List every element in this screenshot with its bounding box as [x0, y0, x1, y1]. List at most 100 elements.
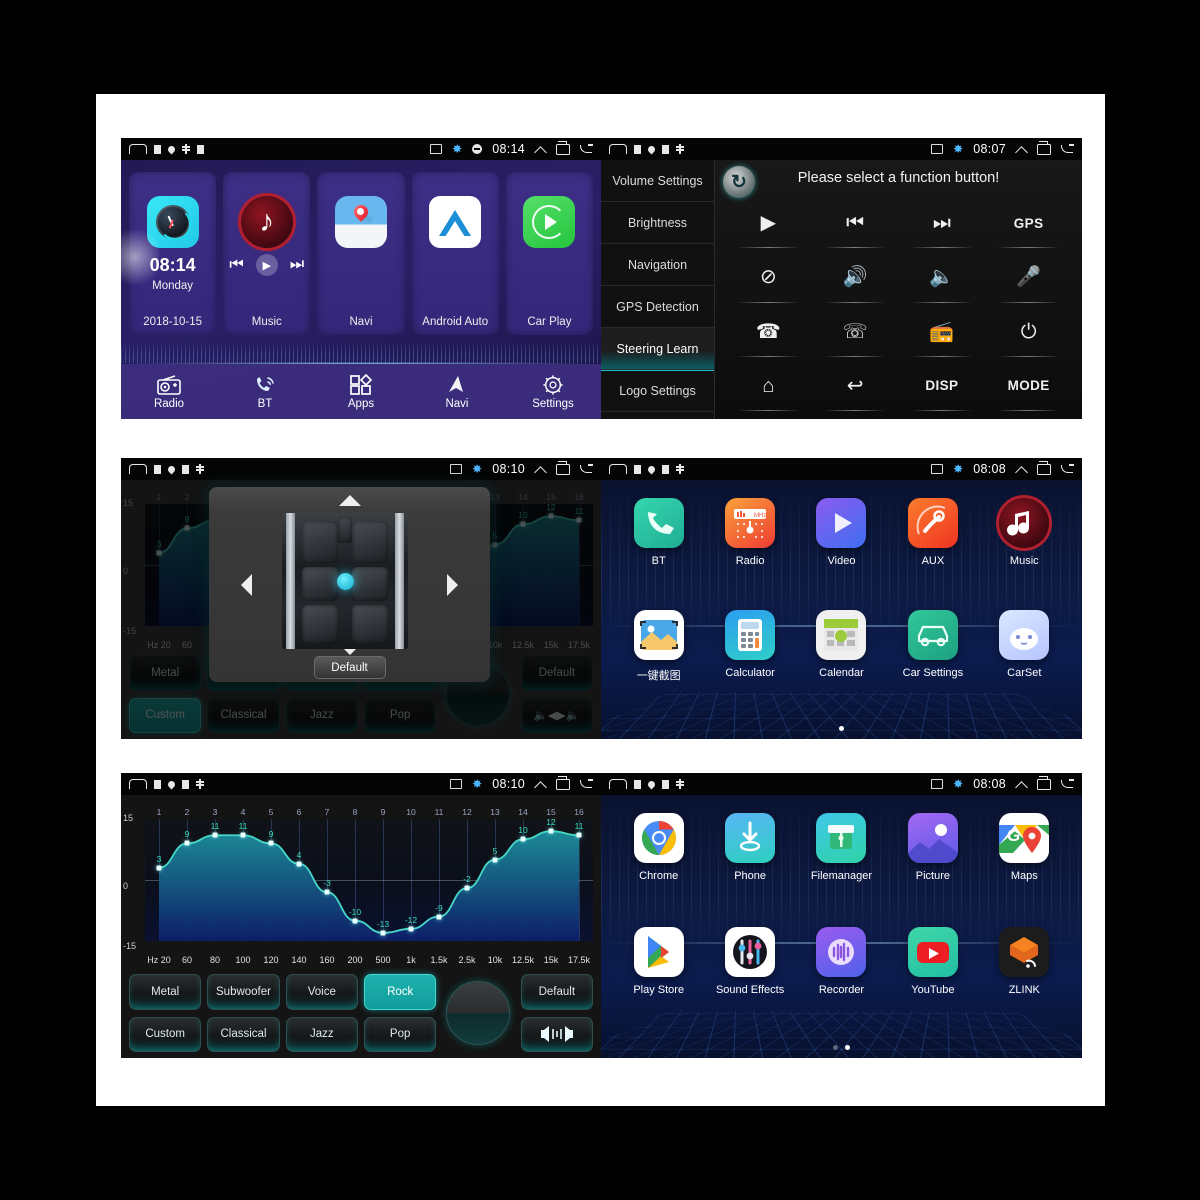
app-filemanager[interactable]: Filemanager — [796, 809, 887, 923]
eq-band-handle[interactable] — [548, 828, 554, 834]
function-button-play[interactable]: ▶ — [725, 196, 812, 250]
eq-preset-pop[interactable]: Pop — [364, 1016, 437, 1052]
app-sound-effects[interactable]: Sound Effects — [704, 923, 795, 1037]
page-dot-2[interactable] — [845, 1045, 850, 1050]
eq-preset-jazz[interactable]: Jazz — [285, 1016, 358, 1052]
home-card-carplay[interactable]: Car Play — [505, 172, 594, 335]
app-zlink[interactable]: ZLINK — [979, 923, 1070, 1037]
app-phone[interactable]: Phone — [704, 809, 795, 923]
eq-default-button[interactable]: Default — [520, 655, 593, 691]
app-calendar[interactable]: Calendar — [796, 606, 887, 718]
back-icon[interactable] — [1061, 779, 1074, 789]
function-button-back[interactable]: ↩ — [812, 359, 899, 413]
dock-item-apps[interactable]: Apps — [313, 373, 409, 410]
play-icon[interactable]: ▶ — [255, 254, 278, 276]
eq-band-handle[interactable] — [576, 517, 582, 523]
chevron-up-icon[interactable] — [535, 779, 546, 790]
sidebar-item-logo-settings[interactable]: Logo Settings — [601, 370, 714, 412]
recents-icon[interactable] — [556, 461, 570, 475]
eq-band-handle[interactable] — [156, 550, 162, 556]
eq-default-button[interactable]: Default — [520, 974, 593, 1010]
function-button-volume-up[interactable]: 🔊 — [812, 250, 899, 304]
speaker-balance-icon[interactable] — [520, 1016, 593, 1052]
function-button-mode[interactable]: MODE — [985, 359, 1072, 413]
dock-item-bt[interactable]: BT — [217, 373, 313, 410]
eq-band-handle[interactable] — [520, 521, 526, 527]
prev-icon[interactable]: ⏮ — [229, 256, 243, 274]
eq-band-handle[interactable] — [212, 832, 218, 838]
function-button-next[interactable]: ⏭ — [899, 196, 986, 250]
eq-band-handle[interactable] — [156, 865, 162, 871]
app-calculator[interactable]: Calculator — [704, 606, 795, 718]
app-screenshot[interactable]: 一键截图 — [613, 606, 704, 718]
balance-knob[interactable] — [446, 981, 511, 1045]
home-card-android-auto[interactable]: Android Auto — [411, 172, 499, 335]
chevron-up-icon[interactable] — [535, 464, 546, 475]
right-arrow-icon[interactable] — [447, 573, 458, 596]
eq-preset-voice[interactable]: Voice — [285, 974, 358, 1010]
car-seats-image[interactable] — [282, 513, 408, 649]
eq-band-handle[interactable] — [380, 930, 386, 936]
eq-preset-custom[interactable]: Custom — [129, 1016, 202, 1052]
function-button-gps[interactable]: GPS — [985, 196, 1072, 250]
eq-band-handle[interactable] — [492, 857, 498, 863]
sidebar-item-gps-detection[interactable]: GPS Detection — [601, 286, 714, 328]
app-video[interactable]: Video — [796, 494, 887, 606]
home-card-clock[interactable]: 08:14 Monday 2018-10-15 — [129, 172, 217, 335]
eq-band-handle[interactable] — [240, 832, 246, 838]
function-button-end-call[interactable]: ☏ — [812, 305, 899, 359]
function-button-power[interactable]: ⏻ — [985, 305, 1072, 359]
recents-icon[interactable] — [1037, 461, 1051, 475]
eq-band-handle[interactable] — [408, 926, 414, 932]
recents-icon[interactable] — [1037, 776, 1051, 790]
eq-band-handle[interactable] — [324, 889, 330, 895]
home-card-navi[interactable]: Navi — [317, 172, 405, 335]
dock-item-navi[interactable]: Navi — [409, 373, 505, 410]
home-card-music[interactable]: ⏮ ▶ ⏭ Music — [223, 172, 311, 335]
app-music[interactable]: Music — [979, 494, 1070, 606]
fader-position-dot[interactable] — [337, 573, 354, 590]
function-button-microphone[interactable]: 🎤 — [985, 250, 1072, 304]
fader-default-button[interactable]: Default — [313, 656, 386, 679]
back-icon[interactable] — [580, 464, 593, 474]
eq-band-handle[interactable] — [352, 918, 358, 924]
app-play-store[interactable]: Play Store — [613, 923, 704, 1037]
function-button-mute[interactable]: ⊘ — [725, 250, 812, 304]
function-button-home[interactable]: ⌂ — [725, 359, 812, 413]
sidebar-item-volume-settings[interactable]: Volume Settings — [601, 160, 714, 202]
eq-band-handle[interactable] — [576, 832, 582, 838]
back-icon[interactable] — [1061, 144, 1074, 154]
eq-band-handle[interactable] — [268, 840, 274, 846]
chevron-up-icon[interactable] — [1016, 464, 1027, 475]
app-recorder[interactable]: Recorder — [796, 923, 887, 1037]
left-arrow-icon[interactable] — [241, 573, 252, 596]
eq-band-handle[interactable] — [184, 525, 190, 531]
eq-band-handle[interactable] — [464, 885, 470, 891]
app-aux[interactable]: AUX — [887, 494, 978, 606]
sidebar-item-brightness[interactable]: Brightness — [601, 202, 714, 244]
eq-band-handle[interactable] — [520, 836, 526, 842]
chevron-up-icon[interactable] — [1016, 144, 1027, 155]
recents-icon[interactable] — [556, 776, 570, 790]
back-icon[interactable] — [580, 779, 593, 789]
function-button-previous[interactable]: ⏮ — [812, 196, 899, 250]
app-picture[interactable]: Picture — [887, 809, 978, 923]
app-maps[interactable]: G Maps — [979, 809, 1070, 923]
chevron-up-icon[interactable] — [535, 144, 546, 155]
app-car-settings[interactable]: Car Settings — [887, 606, 978, 718]
speaker-balance-icon[interactable]: 🔈◀▶🔈 — [520, 697, 593, 733]
eq-preset-classical[interactable]: Classical — [207, 1016, 280, 1052]
sidebar-item-steering-learn[interactable]: Steering Learn — [601, 328, 714, 370]
up-arrow-icon[interactable] — [338, 495, 361, 506]
app-youtube[interactable]: YouTube — [887, 923, 978, 1037]
page-dot-1[interactable] — [839, 726, 844, 731]
app-radio[interactable]: MHz Radio — [704, 494, 795, 606]
function-button-answer-call[interactable]: ☎ — [725, 305, 812, 359]
eq-preset-classical[interactable]: Classical — [207, 697, 280, 733]
eq-preset-metal[interactable]: Metal — [129, 974, 202, 1010]
eq-band-handle[interactable] — [436, 914, 442, 920]
page-dot-1[interactable] — [833, 1045, 838, 1050]
app-carset[interactable]: CarSet — [979, 606, 1070, 718]
eq-preset-rock[interactable]: Rock — [364, 974, 437, 1010]
eq-preset-custom[interactable]: Custom — [129, 697, 202, 733]
